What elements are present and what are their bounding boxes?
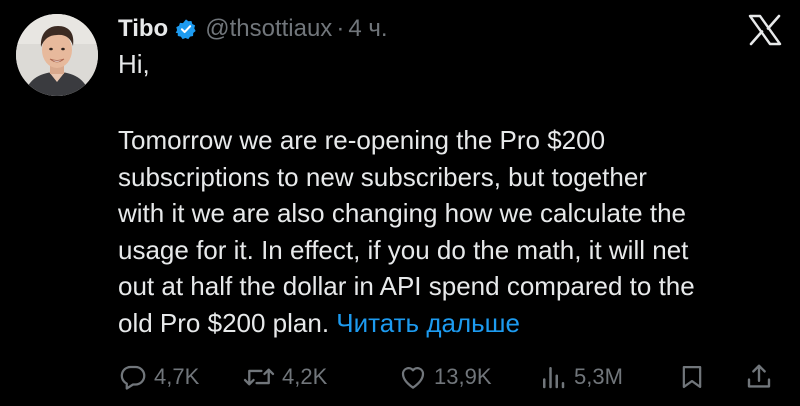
- share-icon: [747, 364, 771, 388]
- tweet-greeting: Hi,: [118, 49, 150, 79]
- tweet-line: subscriptions to new subscribers, but to…: [118, 161, 647, 192]
- tweet-line-last: out at half the dollar in API spend comp…: [118, 268, 788, 305]
- tweet-card: Tibo @thsottiaux · 4 ч. Hi, Tomorrow we …: [0, 0, 800, 406]
- repost-icon: [243, 368, 275, 386]
- tweet-line: with it we are also changing how we calc…: [118, 198, 686, 228]
- x-logo-icon[interactable]: [748, 14, 782, 46]
- tweet-line: Tomorrow we are re-opening the Pro $200: [118, 125, 606, 155]
- heart-icon: [401, 367, 425, 389]
- author-handle[interactable]: @thsottiaux: [205, 15, 332, 43]
- like-button[interactable]: 13,9K: [398, 360, 492, 394]
- tweet-line-final: old Pro $200 plan. Читать дальше: [118, 305, 788, 342]
- reply-icon: [120, 365, 146, 390]
- repost-count: 4,2K: [282, 364, 328, 389]
- repost-button[interactable]: 4,2K: [242, 360, 327, 394]
- avatar[interactable]: [16, 14, 98, 96]
- views-icon: [543, 367, 565, 389]
- tweet-line: usage for it. In effect, if you do the m…: [118, 234, 689, 265]
- action-bar: 4,7K 4,2K 13,9K 5,3M: [118, 360, 782, 394]
- author-name[interactable]: Tibo: [118, 15, 168, 43]
- separator-dot: ·: [336, 15, 345, 42]
- views-count: 5,3M: [574, 364, 623, 389]
- read-more-link[interactable]: Читать дальше: [336, 308, 520, 338]
- reply-count: 4,7K: [154, 364, 200, 389]
- tweet-text: Tomorrow we are re-opening the Pro $200 …: [118, 122, 788, 341]
- timestamp[interactable]: 4 ч.: [348, 15, 387, 43]
- avatar-image: [16, 14, 98, 96]
- verified-badge-icon: [175, 18, 197, 40]
- bookmark-button[interactable]: [678, 360, 712, 394]
- tweet-header: Tibo @thsottiaux · 4 ч.: [118, 14, 388, 44]
- share-button[interactable]: [744, 360, 780, 394]
- like-count: 13,9K: [434, 364, 492, 389]
- views-button[interactable]: 5,3M: [538, 360, 623, 394]
- bookmark-icon: [682, 365, 702, 389]
- tweet-line: out at half the dollar in API spend comp…: [118, 271, 695, 301]
- tweet-line: old Pro $200 plan.: [118, 307, 330, 338]
- reply-button[interactable]: 4,7K: [118, 360, 199, 394]
